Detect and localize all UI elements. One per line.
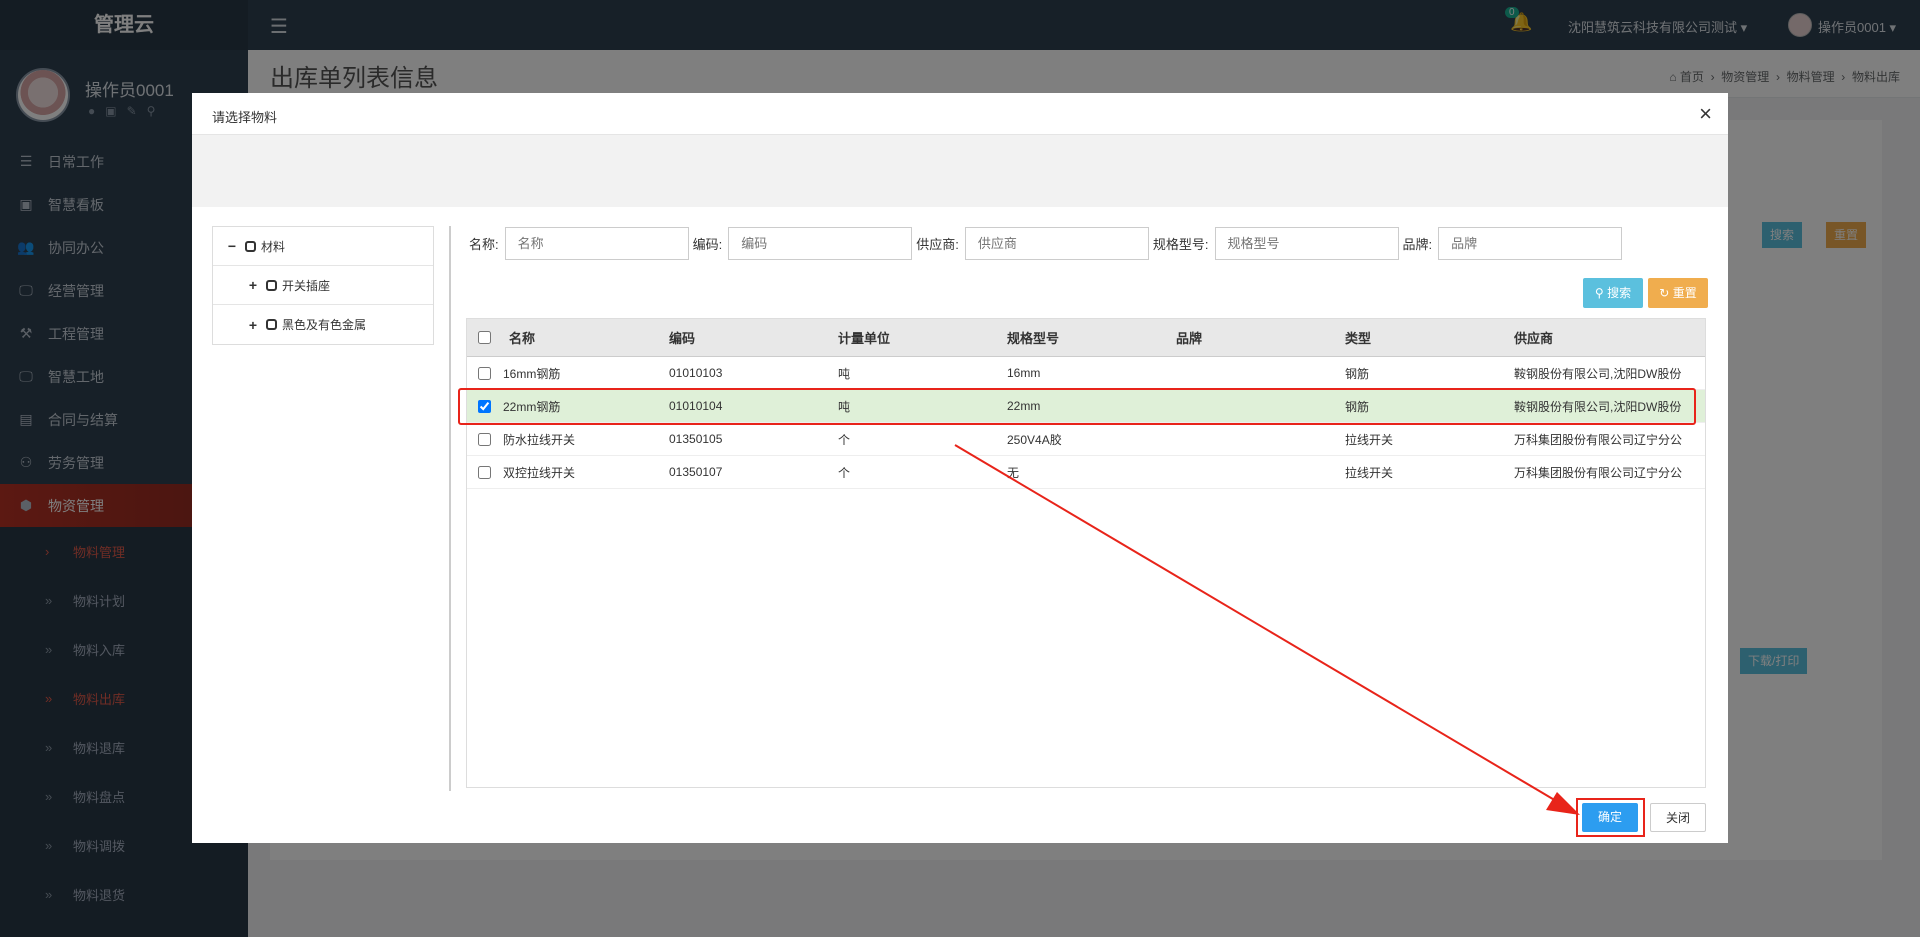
collapse-icon[interactable]: − [225, 238, 239, 254]
confirm-button[interactable]: 确定 [1582, 803, 1638, 832]
filter-label-supplier: 供应商: [916, 236, 959, 252]
row-checkbox-cell [467, 366, 501, 380]
table-header: 名称 编码 计量单位 规格型号 品牌 类型 供应商 [467, 319, 1705, 357]
select-all-cell [467, 331, 501, 344]
close-icon[interactable]: × [1699, 101, 1712, 127]
code-input[interactable] [728, 226, 913, 260]
tree-node-label: 黑色及有色金属 [282, 318, 367, 332]
row-checkbox-cell [467, 432, 501, 446]
filter-label-brand: 品牌: [1402, 236, 1433, 252]
filter-label-spec: 规格型号: [1152, 236, 1209, 252]
tree-node-label: 材料 [261, 239, 286, 254]
cell-code: 01350105 [669, 432, 723, 446]
cell-type: 钢筋 [1345, 366, 1370, 381]
row-checkbox-cell [467, 465, 501, 479]
search-button[interactable]: ⚲ 搜索 [1583, 278, 1643, 308]
expand-icon[interactable]: + [246, 277, 260, 293]
cell-spec: 16mm [1007, 366, 1041, 380]
cell-supplier: 万科集团股份有限公司辽宁分公 [1514, 465, 1683, 480]
spec-input[interactable] [1214, 226, 1399, 260]
row-checkbox[interactable] [477, 465, 491, 479]
column-header[interactable]: 品牌 [1176, 328, 1345, 347]
filter-label-code: 编码: [692, 236, 723, 252]
search-icon: ⚲ [1594, 286, 1604, 300]
cell-type: 拉线开关 [1345, 432, 1394, 447]
cell-name: 防水拉线开关 [503, 432, 576, 447]
cell-unit: 吨 [838, 366, 851, 381]
cell-spec: 无 [1007, 465, 1020, 480]
select-all-checkbox[interactable] [477, 331, 491, 344]
category-tree: − 材料 + 开关插座 + 黑色及有色金属 [212, 226, 434, 345]
column-header[interactable]: 计量单位 [838, 328, 1007, 347]
modal-toolbar-area [192, 135, 1728, 207]
filter-label-name: 名称: [469, 236, 499, 252]
column-header[interactable]: 规格型号 [1007, 328, 1176, 347]
row-checkbox[interactable] [477, 366, 491, 380]
close-button[interactable]: 关闭 [1650, 803, 1706, 832]
reset-button[interactable]: ↻ 重置 [1648, 278, 1708, 308]
modal-title: 请选择物料 [212, 110, 278, 125]
annotation-row-highlight [458, 388, 1696, 425]
cell-supplier: 鞍钢股份有限公司,沈阳DW股份 [1514, 366, 1682, 381]
column-header[interactable]: 名称 [501, 328, 669, 347]
table-row[interactable]: 16mm钢筋 01010103 吨 16mm 钢筋 鞍钢股份有限公司,沈阳DW股份 [467, 357, 1705, 390]
tree-node[interactable]: − 材料 [213, 227, 433, 266]
column-header[interactable]: 供应商 [1514, 328, 1684, 347]
reset-button-label: 重置 [1672, 286, 1697, 300]
cell-name: 双控拉线开关 [503, 465, 576, 480]
tree-checkbox[interactable] [266, 279, 277, 291]
name-input[interactable] [504, 226, 689, 260]
cell-code: 01350107 [669, 465, 723, 479]
cell-supplier: 万科集团股份有限公司辽宁分公 [1514, 432, 1683, 447]
expand-icon[interactable]: + [246, 317, 260, 333]
search-button-label: 搜索 [1607, 286, 1632, 300]
cell-name: 16mm钢筋 [503, 366, 561, 381]
tree-node[interactable]: + 黑色及有色金属 [213, 305, 433, 344]
supplier-input[interactable] [964, 226, 1149, 260]
table-row[interactable]: 防水拉线开关 01350105 个 250V4A胶 拉线开关 万科集团股份有限公司辽宁分公 [467, 423, 1705, 456]
brand-input[interactable] [1438, 226, 1623, 260]
modal-header: 请选择物料 × [192, 93, 1728, 135]
tree-node-label: 开关插座 [282, 278, 331, 293]
splitter[interactable] [449, 226, 451, 791]
cell-type: 拉线开关 [1345, 465, 1394, 480]
tree-node[interactable]: + 开关插座 [213, 266, 433, 305]
tree-checkbox[interactable] [245, 240, 256, 252]
select-material-modal: 请选择物料 × − 材料 + 开关插座 + 黑色及有色金属 名称: 编码: 供应商: 规格型号:… [192, 93, 1728, 843]
filter-bar: 名称: 编码: 供应商: 规格型号: 品牌: [469, 226, 1626, 260]
cell-unit: 个 [838, 432, 851, 447]
cell-spec: 250V4A胶 [1007, 432, 1062, 447]
table-row[interactable]: 双控拉线开关 01350107 个 无 拉线开关 万科集团股份有限公司辽宁分公 [467, 456, 1705, 489]
column-header[interactable]: 类型 [1345, 328, 1514, 347]
row-checkbox[interactable] [477, 432, 491, 446]
cell-unit: 个 [838, 465, 851, 480]
tree-checkbox[interactable] [266, 319, 277, 330]
cell-code: 01010103 [669, 366, 723, 380]
column-header[interactable]: 编码 [669, 328, 838, 347]
refresh-icon: ↻ [1659, 286, 1670, 300]
